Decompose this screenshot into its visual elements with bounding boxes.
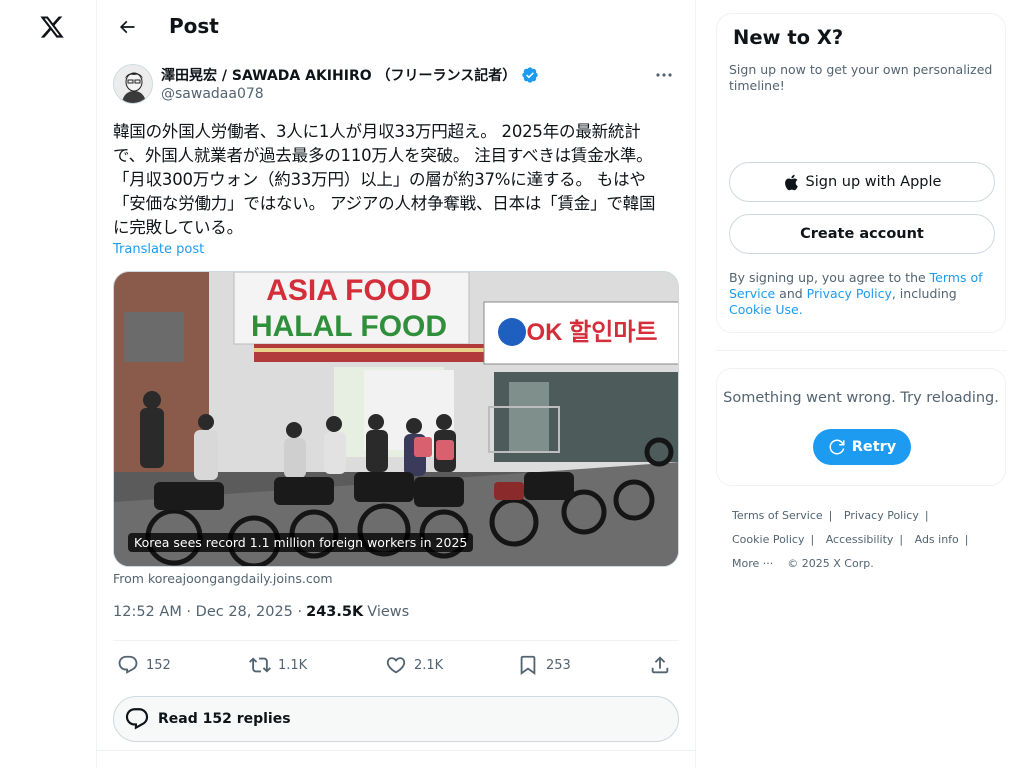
sign-up-apple-button[interactable]: Sign up with Apple bbox=[729, 162, 995, 202]
avatar[interactable] bbox=[113, 64, 153, 104]
reply-button[interactable]: 152 bbox=[117, 650, 171, 680]
terms-and: and bbox=[775, 286, 807, 301]
views-count: 243.5K bbox=[306, 604, 364, 620]
share-button[interactable] bbox=[649, 650, 678, 680]
signup-subtitle: Sign up now to get your own personalized… bbox=[729, 62, 993, 93]
translate-post-link[interactable]: Translate post bbox=[113, 242, 204, 257]
more-options-button[interactable] bbox=[649, 64, 679, 86]
footer-accessibility-link[interactable]: Accessibility bbox=[826, 533, 894, 546]
reply-count: 152 bbox=[146, 657, 171, 673]
post-timestamp[interactable]: 12:52 AM · Dec 28, 2025 bbox=[113, 604, 293, 620]
cookie-use-link[interactable]: Cookie Use. bbox=[729, 302, 803, 317]
media-photo: ASIA FOOD HALAL FOOD OK 할인마트 bbox=[114, 272, 678, 566]
create-account-button[interactable]: Create account bbox=[729, 214, 995, 254]
heart-icon bbox=[386, 657, 406, 674]
footer-separator: | bbox=[924, 509, 929, 522]
author-name-group[interactable]: 澤田晃宏 / SAWADA AKIHIRO （フリーランス記者） bbox=[161, 65, 539, 85]
verified-badge-icon bbox=[522, 67, 538, 83]
like-button[interactable]: 2.1K bbox=[385, 650, 443, 680]
post-body-text: 韓国の外国人労働者、3人に1人が月収33万円超え。 2025年の最新統計 で、外… bbox=[113, 122, 656, 237]
footer-links: Terms of Service | Privacy Policy | Cookie… bbox=[732, 504, 1002, 576]
refresh-icon bbox=[829, 439, 845, 455]
page-title: Post bbox=[169, 14, 219, 38]
signup-terms: By signing up, you agree to the Terms of… bbox=[729, 270, 999, 318]
reply-bubble-icon bbox=[125, 708, 149, 730]
author-handle[interactable]: @sawadaa078 bbox=[161, 86, 264, 102]
footer-row: More ··· © 2025 X Corp. bbox=[732, 552, 1002, 576]
footer-separator: | bbox=[828, 509, 833, 522]
like-count: 2.1K bbox=[414, 657, 444, 673]
post-media-card[interactable]: ASIA FOOD HALAL FOOD OK 할인마트 Korea sees … bbox=[113, 271, 679, 567]
divider bbox=[716, 350, 1006, 351]
divider bbox=[97, 750, 695, 751]
bookmark-icon bbox=[520, 655, 536, 676]
apple-logo-icon bbox=[784, 174, 798, 190]
read-replies-button[interactable]: Read 152 replies bbox=[113, 696, 679, 742]
footer-copyright: © 2025 X Corp. bbox=[787, 557, 874, 570]
footer-separator: | bbox=[810, 533, 815, 546]
sign-halal-food: HALAL FOOD bbox=[251, 310, 447, 343]
terms-prefix: By signing up, you agree to the bbox=[729, 270, 930, 285]
sign-asia-food: ASIA FOOD bbox=[266, 274, 432, 307]
post-detail-column: Post 澤田晃宏 / SAWADA AKIHIRO （フリーランス記者） @s… bbox=[97, 0, 696, 768]
meta-separator: · bbox=[292, 604, 303, 620]
author-display-name[interactable]: 澤田晃宏 / SAWADA AKIHIRO （フリーランス記者） bbox=[161, 65, 516, 85]
read-replies-label: Read 152 replies bbox=[158, 711, 291, 727]
signup-card: New to X? Sign up now to get your own pe… bbox=[716, 13, 1006, 333]
views-label: Views bbox=[367, 604, 410, 620]
media-source-link[interactable]: From koreajoongangdaily.joins.com bbox=[113, 571, 333, 586]
privacy-policy-link[interactable]: Privacy Policy bbox=[807, 286, 892, 301]
retry-button[interactable]: Retry bbox=[813, 429, 911, 465]
post-action-bar: 152 1.1K 2.1K 253 bbox=[113, 650, 679, 680]
error-message: Something went wrong. Try reloading. bbox=[723, 390, 999, 406]
repost-count: 1.1K bbox=[278, 657, 308, 673]
left-nav-rail bbox=[0, 0, 97, 768]
repost-icon bbox=[249, 657, 271, 673]
share-icon bbox=[651, 656, 669, 674]
repost-button[interactable]: 1.1K bbox=[249, 650, 307, 680]
footer-separator: | bbox=[899, 533, 904, 546]
bookmark-button[interactable]: 253 bbox=[517, 650, 571, 680]
footer-row: Terms of Service | Privacy Policy | bbox=[732, 504, 1002, 528]
footer-row: Cookie Policy | Accessibility | Ads info | bbox=[732, 528, 1002, 552]
arrow-left-icon bbox=[119, 20, 135, 34]
sign-ok-mart: OK 할인마트 bbox=[527, 319, 658, 346]
footer-cookie-link[interactable]: Cookie Policy bbox=[732, 533, 804, 546]
divider bbox=[113, 640, 679, 641]
post-meta: 12:52 AM · Dec 28, 2025 · 243.5K Views bbox=[113, 604, 409, 620]
footer-more-button[interactable]: More ··· bbox=[732, 557, 773, 570]
more-dots-icon bbox=[656, 73, 672, 77]
footer-privacy-link[interactable]: Privacy Policy bbox=[844, 509, 919, 522]
x-logo-icon[interactable] bbox=[38, 12, 66, 42]
post-author: 澤田晃宏 / SAWADA AKIHIRO （フリーランス記者） @sawada… bbox=[113, 64, 679, 108]
error-card: Something went wrong. Try reloading. Ret… bbox=[716, 368, 1006, 486]
sign-up-apple-label: Sign up with Apple bbox=[805, 174, 942, 190]
retry-label: Retry bbox=[851, 439, 897, 455]
back-button[interactable] bbox=[111, 12, 143, 42]
post-header: Post bbox=[97, 0, 695, 53]
footer-terms-link[interactable]: Terms of Service bbox=[732, 509, 823, 522]
terms-including: , including bbox=[891, 286, 957, 301]
reply-icon bbox=[118, 655, 138, 674]
signup-title: New to X? bbox=[733, 26, 844, 49]
footer-separator: | bbox=[964, 533, 969, 546]
bookmark-count: 253 bbox=[546, 657, 571, 673]
footer-ads-info-link[interactable]: Ads info bbox=[915, 533, 959, 546]
media-caption: Korea sees record 1.1 million foreign wo… bbox=[128, 533, 474, 552]
